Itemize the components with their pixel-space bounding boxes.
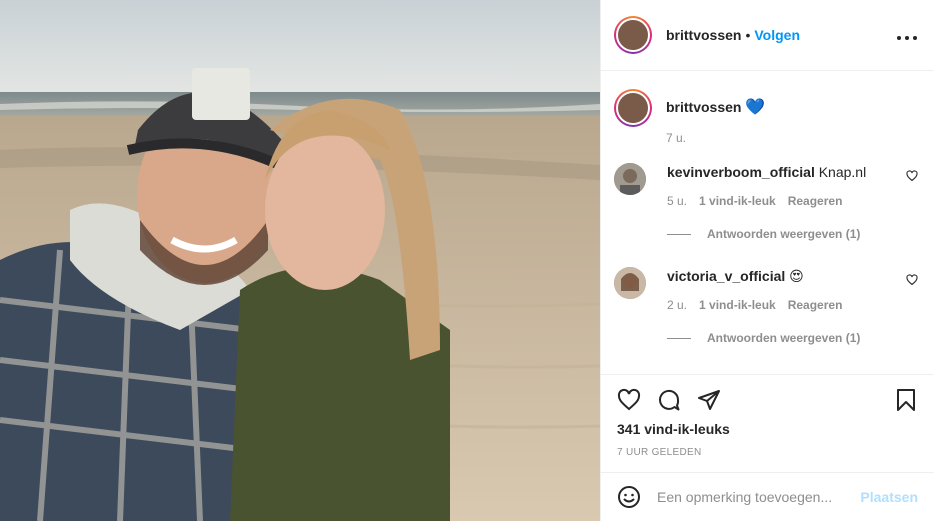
add-comment-bar: Plaatsen [601,472,934,521]
paper-plane-icon[interactable] [697,388,721,412]
comment-like-heart-icon[interactable] [906,169,918,187]
comment-text: Knap.nl [818,164,867,180]
reply-button[interactable]: Reageren [788,298,843,312]
comment-username[interactable]: victoria_v_official [667,268,785,284]
comment-likes[interactable]: 1 vind-ik-leuk [699,298,776,312]
follow-separator: • [745,27,751,43]
comment-age: 5 u. [667,194,688,208]
replies-divider [667,233,691,235]
caption-username[interactable]: brittvossen [666,99,741,115]
comment-age: 2 u. [667,298,688,312]
follow-button[interactable]: Volgen [754,27,800,43]
reply-button[interactable]: Reageren [788,194,843,208]
post-side-panel: brittvossen • Volgen brittvossen 💙 7 u. [600,0,934,521]
comments-section: brittvossen 💙 7 u. kevinverboom_official… [601,71,934,375]
caption-avatar[interactable] [614,89,652,127]
post-actions [617,384,918,416]
more-options-icon[interactable] [896,30,918,41]
comment-likes[interactable]: 1 vind-ik-leuk [699,194,776,208]
replies-divider [667,337,691,339]
comment-item: kevinverboom_official Knap.nl 5 u. 1 vin… [614,163,918,241]
post-header: brittvossen • Volgen [601,0,934,71]
comment-bubble-icon[interactable] [657,388,681,412]
post-comment-button[interactable]: Plaatsen [860,489,918,505]
caption-age: 7 u. [666,131,687,145]
selfie-beach-photo [0,0,600,521]
comment-item: victoria_v_official 😍 2 u. 1 vind-ik-leu… [614,267,918,345]
view-replies-button[interactable]: Antwoorden weergeven (1) [667,227,918,241]
post-timestamp: 7 UUR GELEDEN [617,447,702,458]
comment-username[interactable]: kevinverboom_official [667,164,815,180]
post-caption: brittvossen 💙 7 u. [614,89,918,145]
blue-heart-emoji: 💙 [745,99,766,116]
comment-text: 😍 [789,268,804,284]
post-photo[interactable] [0,0,600,521]
add-comment-input[interactable] [657,489,861,505]
smiley-icon[interactable] [617,485,641,509]
like-count[interactable]: 341 vind-ik-leuks [617,421,730,437]
view-replies-label: Antwoorden weergeven (1) [707,331,861,345]
comment-avatar[interactable] [614,163,646,195]
author-avatar[interactable] [614,16,652,54]
comment-avatar[interactable] [614,267,646,299]
view-replies-button[interactable]: Antwoorden weergeven (1) [667,331,918,345]
comment-like-heart-icon[interactable] [906,273,918,291]
bookmark-icon[interactable] [894,388,918,412]
heart-outline-icon[interactable] [617,388,641,412]
author-username[interactable]: brittvossen [666,27,741,43]
view-replies-label: Antwoorden weergeven (1) [707,227,861,241]
